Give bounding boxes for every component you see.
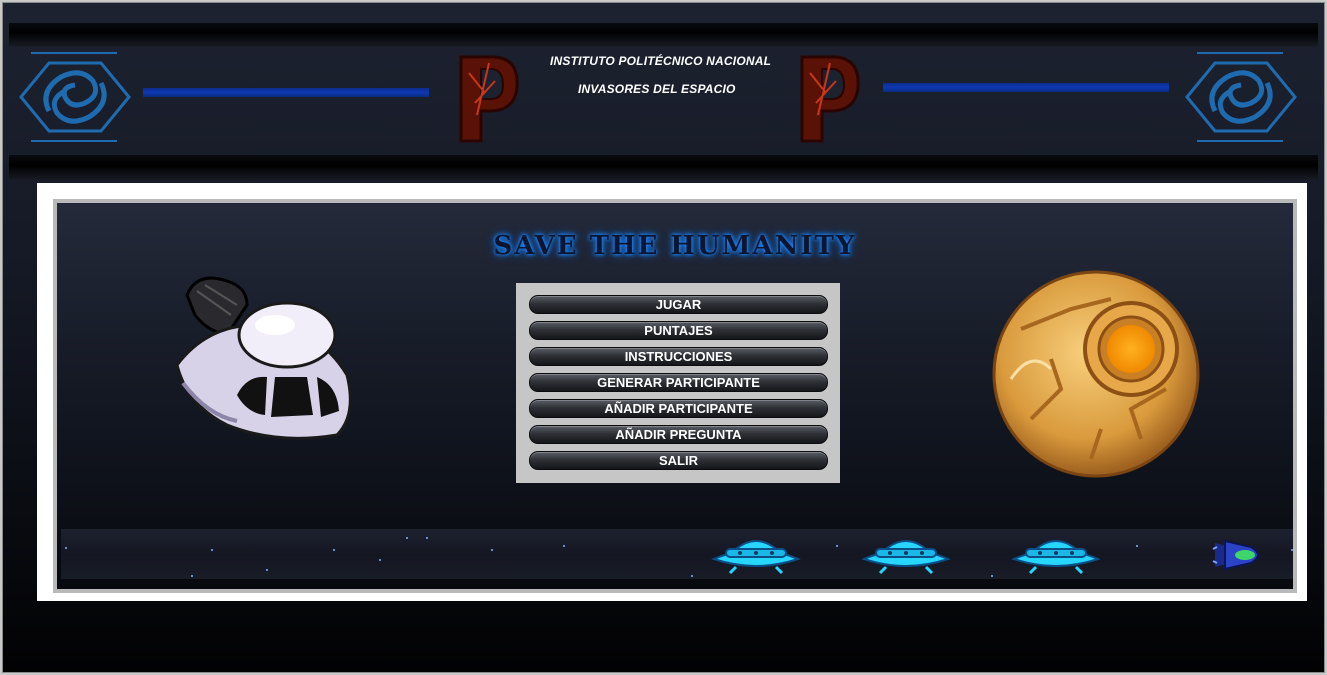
institution-title: INSTITUTO POLITÉCNICO NACIONAL xyxy=(550,54,772,68)
header-bottom-bar xyxy=(9,155,1318,181)
main-menu: JUGAR PUNTAJES INSTRUCCIONES GENERAR PAR… xyxy=(516,283,840,483)
anadir-participante-button[interactable]: AÑADIR PARTICIPANTE xyxy=(529,399,828,418)
main-panel: SAVE THE HUMANITY JUGAR PUNTAJES INSTRUC… xyxy=(37,183,1307,601)
p-emblem-icon xyxy=(459,55,519,143)
star xyxy=(991,575,993,577)
star xyxy=(491,549,493,551)
star xyxy=(1291,549,1293,551)
puntajes-button[interactable]: PUNTAJES xyxy=(529,321,828,340)
golden-planet-icon xyxy=(992,270,1200,478)
star xyxy=(691,575,693,577)
jugar-button[interactable]: JUGAR xyxy=(529,295,828,314)
star xyxy=(379,559,381,561)
star xyxy=(836,545,838,547)
salir-button[interactable]: SALIR xyxy=(529,451,828,470)
star xyxy=(211,549,213,551)
p-emblem-icon xyxy=(800,55,860,143)
game-stage: SAVE THE HUMANITY JUGAR PUNTAJES INSTRUC… xyxy=(53,199,1297,593)
star xyxy=(333,549,335,551)
ufo-icon xyxy=(861,540,951,575)
star xyxy=(65,547,67,549)
spaceship-icon xyxy=(175,276,352,440)
header-top-bar xyxy=(9,23,1318,47)
player-ship-icon xyxy=(1212,539,1259,571)
header-right-line xyxy=(883,83,1169,92)
star xyxy=(191,575,193,577)
ufo-icon xyxy=(1011,540,1101,575)
game-title: SAVE THE HUMANITY xyxy=(493,231,857,261)
invaders-strip xyxy=(61,529,1293,579)
ipn-logo-icon xyxy=(19,52,131,142)
ufo-icon xyxy=(711,540,801,575)
game-window: INSTITUTO POLITÉCNICO NACIONAL INVASORES… xyxy=(2,2,1325,673)
anadir-pregunta-button[interactable]: AÑADIR PREGUNTA xyxy=(529,425,828,444)
instrucciones-button[interactable]: INSTRUCCIONES xyxy=(529,347,828,366)
header-left-line xyxy=(143,88,429,97)
game-subtitle: INVASORES DEL ESPACIO xyxy=(578,82,736,96)
ipn-logo-icon xyxy=(1185,52,1297,142)
generar-participante-button[interactable]: GENERAR PARTICIPANTE xyxy=(529,373,828,392)
star xyxy=(406,537,408,539)
star xyxy=(266,569,268,571)
star xyxy=(1136,545,1138,547)
star xyxy=(426,537,428,539)
star xyxy=(563,545,565,547)
